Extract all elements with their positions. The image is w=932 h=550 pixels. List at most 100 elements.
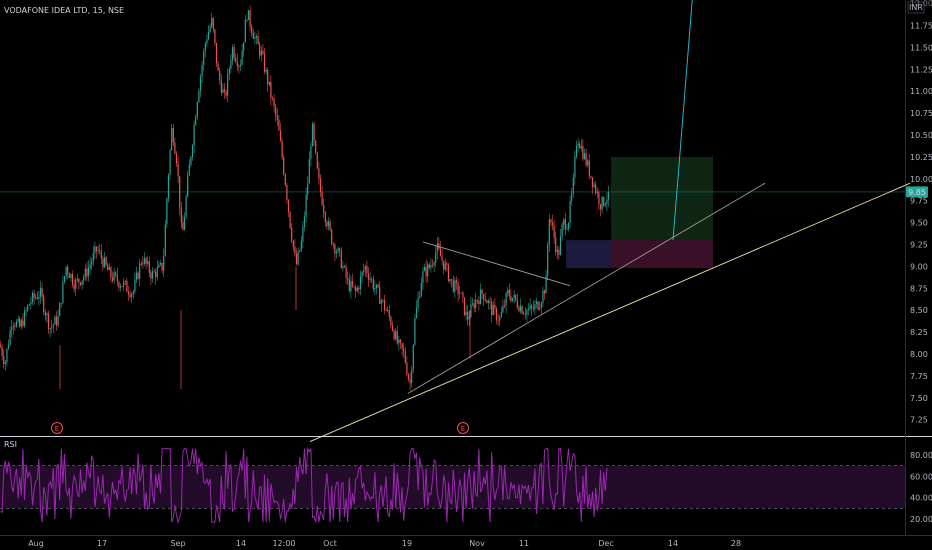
candle-body: [435, 252, 437, 263]
candle-body: [532, 308, 534, 310]
candle-body: [523, 313, 525, 315]
candle-body: [598, 192, 600, 205]
candle-body: [51, 326, 53, 329]
candle-body: [203, 51, 205, 65]
candle-body: [574, 156, 576, 178]
candle-body: [241, 50, 243, 65]
candle-body: [478, 300, 480, 304]
time-tick-label: 11: [519, 539, 529, 548]
candle-body: [359, 276, 362, 290]
candle-body: [433, 262, 435, 266]
candle-body: [27, 305, 29, 311]
candle-body: [12, 325, 14, 328]
candle-body: [387, 310, 389, 311]
candle-body: [476, 300, 478, 301]
candle-body: [286, 185, 288, 201]
candle-body: [44, 312, 46, 316]
candle-body: [571, 193, 573, 202]
candle-body: [396, 331, 398, 344]
time-tick-label: Aug: [28, 539, 44, 548]
price-tick-label: 8.75: [910, 284, 928, 293]
candle-body: [36, 297, 38, 299]
candle-body: [415, 307, 418, 319]
candle-body: [19, 318, 21, 327]
candle-body: [428, 264, 430, 268]
candle-body: [135, 272, 138, 280]
price-tick-label: 8.00: [910, 350, 928, 359]
candle-body: [55, 316, 58, 326]
candle-body: [431, 265, 434, 266]
candle-body: [28, 304, 30, 306]
candle-body: [3, 356, 5, 365]
candle-body: [503, 305, 506, 307]
earnings-event-marker[interactable]: E: [51, 422, 63, 434]
candle-body: [190, 157, 192, 165]
candle-body: [105, 257, 107, 265]
candle-body: [177, 163, 179, 177]
candle-body: [295, 253, 298, 265]
candle-body: [443, 260, 445, 270]
candle-body: [393, 330, 395, 340]
candle-body: [567, 223, 570, 230]
candle-body: [547, 244, 549, 276]
candle-body: [57, 316, 59, 326]
candle-body: [199, 76, 202, 91]
earnings-event-marker[interactable]: E: [457, 422, 469, 434]
candle-body: [550, 219, 552, 223]
candle-body: [244, 20, 246, 43]
candle-body: [444, 263, 446, 270]
candle-body: [579, 143, 581, 149]
candle-body: [131, 293, 133, 297]
candle-body: [484, 299, 486, 301]
candle-body: [467, 311, 469, 320]
candle-body: [303, 216, 306, 227]
candle-body: [75, 280, 77, 290]
candle-body: [115, 272, 117, 275]
candle-body: [454, 280, 456, 292]
candle-body: [391, 325, 394, 331]
candle-body: [585, 153, 587, 165]
candle-body: [292, 240, 294, 247]
candle-body: [87, 267, 90, 277]
candle-body: [76, 278, 78, 280]
candle-body: [38, 296, 40, 299]
candle-body: [123, 281, 125, 287]
entry-zone[interactable]: [566, 240, 611, 269]
candle-body: [281, 141, 283, 158]
candle-body: [219, 70, 221, 81]
candle-body: [182, 222, 184, 230]
candle-body: [521, 306, 523, 314]
candle-body: [583, 153, 586, 159]
current-price-badge: 9.85: [906, 186, 928, 198]
candle-body: [71, 274, 74, 285]
candle-body: [267, 70, 269, 85]
candle-body: [563, 219, 565, 225]
candle-body: [65, 266, 67, 277]
candle-body: [191, 145, 194, 157]
candle-body: [548, 219, 550, 245]
candle-body: [403, 348, 405, 352]
candle-body: [193, 124, 195, 146]
price-axis: 11.75 11.50 11.25 11.00 10.75 10.50 10.25 10.00…: [910, 22, 932, 425]
candle-body: [84, 268, 86, 278]
candle-body: [319, 178, 322, 192]
time-tick-label: Sep: [170, 539, 185, 548]
candle-body: [409, 379, 411, 384]
candle-body: [535, 301, 538, 305]
candle-body: [113, 272, 115, 281]
candle-body: [81, 280, 83, 285]
candle-body: [427, 264, 429, 277]
candle-body: [95, 246, 98, 251]
time-tick-label: Oct: [323, 539, 337, 548]
profit-zone[interactable]: [611, 156, 713, 241]
candle-body: [91, 261, 93, 265]
candle-body: [339, 248, 341, 251]
candle-body: [35, 297, 37, 298]
candle-body: [279, 130, 282, 141]
candle-body: [294, 246, 296, 254]
candle-body: [340, 250, 342, 268]
candle-body: [159, 262, 162, 265]
candle-body: [209, 26, 211, 32]
candle-body: [310, 146, 312, 159]
candle-body: [577, 143, 579, 146]
